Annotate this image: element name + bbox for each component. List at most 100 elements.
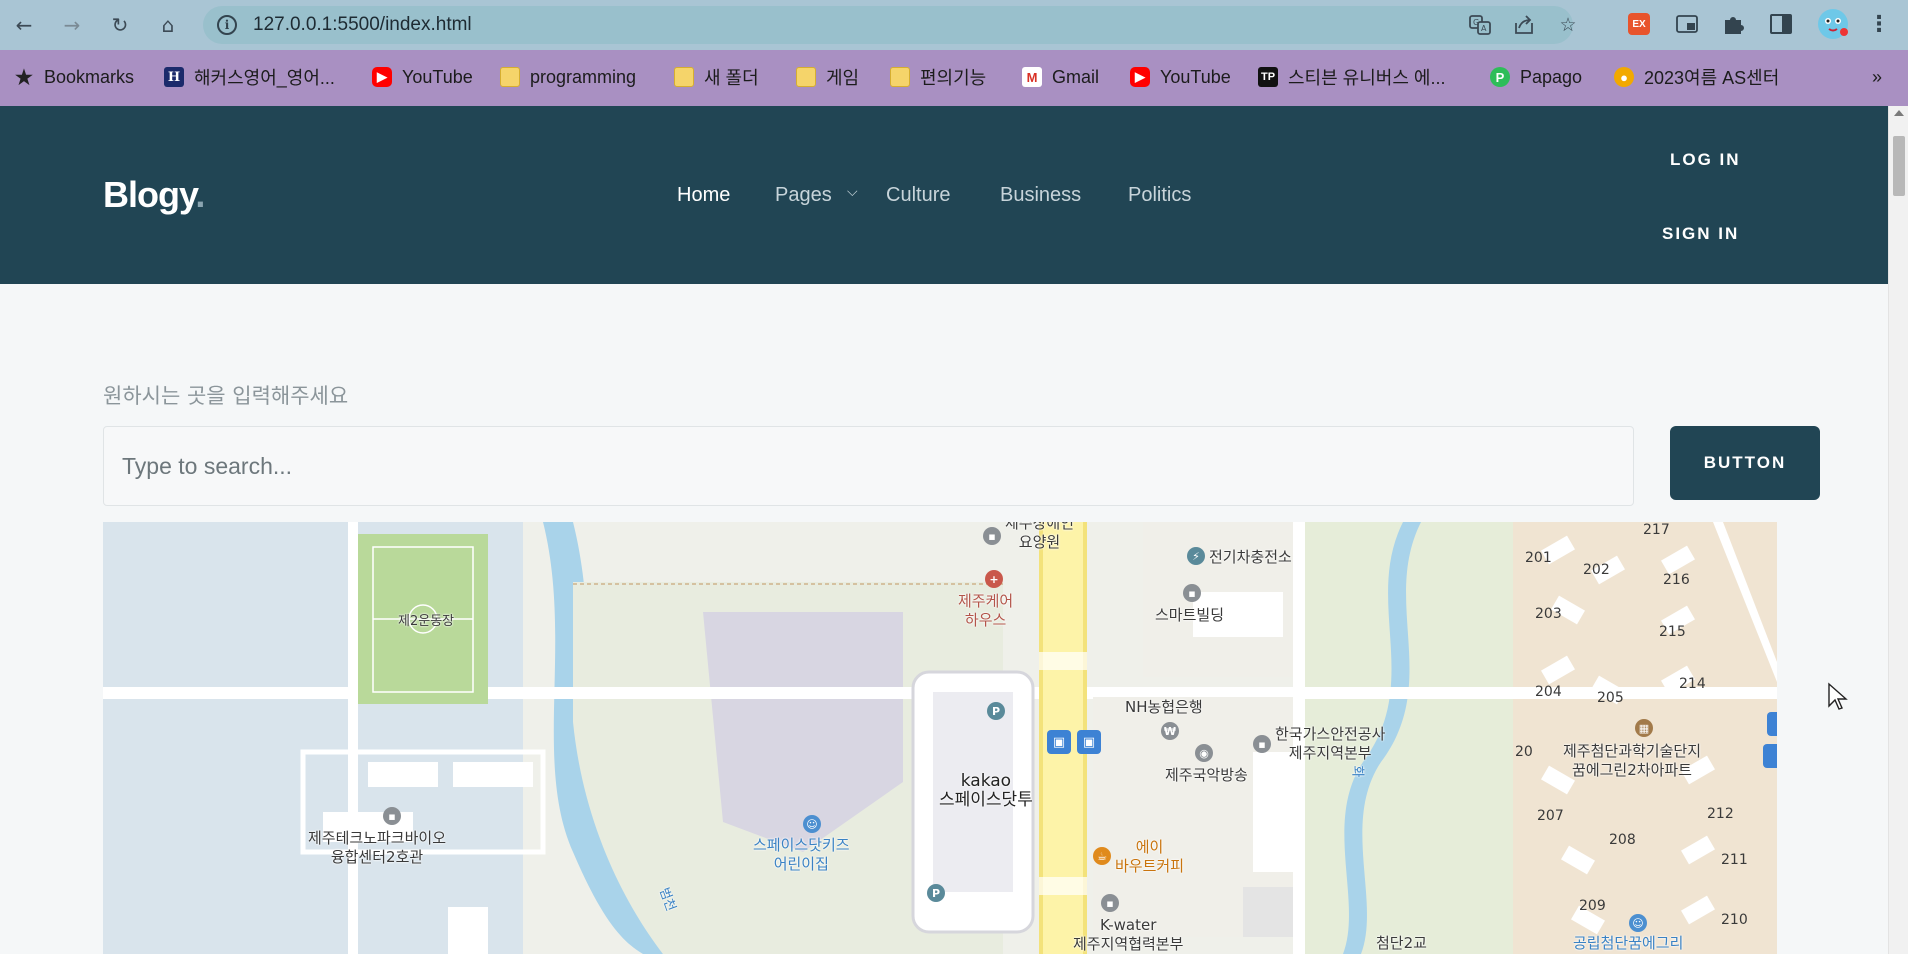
bookmark-item[interactable]: TP 스티븐 유니버스 에... bbox=[1258, 63, 1445, 91]
translate-icon[interactable]: GA bbox=[1467, 12, 1493, 38]
site-header: Blogy. Home Pages ⌵ Culture Business Pol… bbox=[0, 106, 1888, 284]
bookmark-folder[interactable]: 새 폴더 bbox=[674, 63, 759, 91]
media-icon[interactable] bbox=[1674, 11, 1700, 37]
gmail-icon: M bbox=[1022, 67, 1042, 87]
building-number: 203 bbox=[1535, 606, 1562, 622]
ex-extension-icon[interactable]: EX bbox=[1626, 11, 1652, 37]
kindergarten-poi-icon[interactable]: ☺ bbox=[803, 815, 821, 833]
page-scrollbar[interactable] bbox=[1888, 106, 1908, 954]
bookmark-item[interactable]: ▶ YouTube bbox=[372, 63, 473, 91]
building-number: 208 bbox=[1609, 832, 1636, 848]
forward-icon[interactable]: → bbox=[58, 11, 86, 39]
menu-dots-icon[interactable]: ⋮ bbox=[1866, 11, 1892, 37]
login-link[interactable]: LOG IN bbox=[1670, 150, 1741, 170]
ev-charger-icon[interactable]: ⚡ bbox=[1187, 547, 1205, 565]
map-label[interactable]: 제주국악방송 bbox=[1165, 766, 1248, 785]
bookmark-item[interactable]: ▶ YouTube bbox=[1130, 63, 1231, 91]
map-label[interactable]: K-water 제주지역협력본부 bbox=[1073, 916, 1183, 954]
map-label[interactable]: kakao 스페이스닷투 bbox=[939, 772, 1033, 810]
search-button[interactable]: BUTTON bbox=[1670, 426, 1820, 500]
bookmark-item[interactable]: M Gmail bbox=[1022, 63, 1099, 91]
nav-politics[interactable]: Politics bbox=[1128, 184, 1191, 207]
bookmarks-overflow-button[interactable]: » bbox=[1872, 63, 1882, 91]
bookmark-folder[interactable]: 편의기능 bbox=[890, 63, 986, 91]
address-url[interactable]: 127.0.0.1:5500/index.html bbox=[253, 14, 472, 36]
folder-icon bbox=[500, 67, 520, 87]
bookmark-star-icon[interactable]: ☆ bbox=[1555, 12, 1581, 38]
bank-poi-icon[interactable]: ₩ bbox=[1161, 722, 1179, 740]
bookmark-item[interactable]: H 해커스영어_영어... bbox=[164, 63, 335, 91]
search-input[interactable] bbox=[103, 426, 1634, 506]
bookmark-folder[interactable]: 게임 bbox=[796, 63, 859, 91]
bus-stop-icon[interactable]: ▣ bbox=[1047, 730, 1071, 754]
youtube-icon: ▶ bbox=[1130, 67, 1150, 87]
svg-text:A: A bbox=[1481, 24, 1487, 33]
building-number: 210 bbox=[1721, 912, 1748, 928]
map-label[interactable]: 제주첨단과학기술단지 꿈에그린2차아파트 bbox=[1563, 742, 1701, 780]
building-poi-icon[interactable]: ▪ bbox=[383, 807, 401, 825]
map-label[interactable]: 제주테크노파크바이오 융합센터2호관 bbox=[308, 829, 446, 867]
school-poi-icon[interactable]: ☺ bbox=[1629, 914, 1647, 932]
bus-stop-icon[interactable]: ▣ bbox=[1077, 730, 1101, 754]
site-info-icon[interactable]: i bbox=[217, 15, 237, 35]
antenna-poi-icon[interactable]: ◉ bbox=[1195, 744, 1213, 762]
map-label[interactable]: 스마트빌딩 bbox=[1155, 606, 1224, 625]
apartment-poi-icon[interactable]: ▦ bbox=[1635, 719, 1653, 737]
cafe-poi-icon[interactable]: ☕ bbox=[1093, 847, 1111, 865]
folder-icon bbox=[674, 67, 694, 87]
medal-icon: ● bbox=[1614, 67, 1634, 87]
building-number: 207 bbox=[1537, 808, 1564, 824]
parking-icon[interactable]: P bbox=[927, 884, 945, 902]
map-view[interactable]: 제2운동장 ▪ 제주테크노파크바이오 융합센터2호관 ▪ 제주장애인 요양원 +… bbox=[103, 522, 1777, 954]
building-poi-icon[interactable]: ▪ bbox=[1253, 735, 1271, 753]
bookmark-folder[interactable]: programming bbox=[500, 63, 636, 91]
home-icon[interactable]: ⌂ bbox=[154, 11, 182, 39]
nav-business[interactable]: Business bbox=[1000, 184, 1081, 207]
bus-stop-icon[interactable] bbox=[1763, 744, 1777, 768]
side-panel-icon[interactable] bbox=[1768, 11, 1794, 37]
building-poi-icon[interactable]: ▪ bbox=[1183, 584, 1201, 602]
hackers-icon: H bbox=[164, 67, 184, 87]
map-label[interactable]: 한국가스안전공사 제주지역본부 bbox=[1275, 725, 1385, 763]
map-label: 제2운동장 bbox=[398, 614, 455, 629]
building-poi-icon[interactable]: ▪ bbox=[983, 527, 1001, 545]
building-number: 209 bbox=[1579, 898, 1606, 914]
nav-pages[interactable]: Pages bbox=[775, 184, 832, 207]
parking-icon[interactable]: P bbox=[987, 702, 1005, 720]
building-poi-icon[interactable]: ▪ bbox=[1101, 894, 1119, 912]
reload-icon[interactable]: ↻ bbox=[106, 11, 134, 39]
building-number: 214 bbox=[1679, 676, 1706, 692]
building-number: 202 bbox=[1583, 562, 1610, 578]
map-label[interactable]: 스페이스닷키즈 어린이집 bbox=[753, 836, 850, 874]
site-logo[interactable]: Blogy. bbox=[103, 174, 205, 216]
map-label[interactable]: 제주장애인 요양원 bbox=[1005, 522, 1074, 552]
mouse-cursor-icon bbox=[1828, 682, 1848, 710]
map-label[interactable]: 에이 바우트커피 bbox=[1115, 838, 1184, 876]
map-label[interactable]: 공립첨단꿈에그리 bbox=[1573, 934, 1683, 953]
signin-link[interactable]: SIGN IN bbox=[1662, 224, 1739, 244]
nav-culture[interactable]: Culture bbox=[886, 184, 950, 207]
bookmark-item[interactable]: P Papago bbox=[1490, 63, 1582, 91]
address-bar[interactable]: i 127.0.0.1:5500/index.html GA ☆ bbox=[203, 6, 1577, 44]
folder-icon bbox=[890, 67, 910, 87]
extensions-puzzle-icon[interactable] bbox=[1720, 11, 1746, 37]
back-icon[interactable]: ← bbox=[10, 11, 38, 39]
map-label[interactable]: 제주케어 하우스 bbox=[958, 592, 1013, 630]
building-number: 205 bbox=[1597, 690, 1624, 706]
scroll-thumb[interactable] bbox=[1893, 136, 1905, 196]
share-icon[interactable] bbox=[1511, 12, 1537, 38]
star-icon: ★ bbox=[15, 66, 33, 89]
map-label[interactable]: NH농협은행 bbox=[1125, 698, 1203, 717]
building-number: 212 bbox=[1707, 806, 1734, 822]
bus-stop-icon[interactable] bbox=[1767, 712, 1777, 736]
chevron-down-icon[interactable]: ⌵ bbox=[847, 184, 858, 200]
bookmark-item[interactable]: ● 2023여름 AS센터 bbox=[1614, 63, 1779, 91]
nav-home[interactable]: Home bbox=[677, 184, 730, 207]
bookmark-item[interactable]: ★ Bookmarks bbox=[14, 63, 134, 91]
profile-avatar-icon[interactable] bbox=[1816, 7, 1850, 41]
map-label[interactable]: 전기차충전소 bbox=[1209, 548, 1292, 567]
hospital-poi-icon[interactable]: + bbox=[985, 570, 1003, 588]
map-label[interactable]: 첨단2교 bbox=[1376, 934, 1427, 953]
youtube-icon: ▶ bbox=[372, 67, 392, 87]
scroll-up-icon[interactable] bbox=[1894, 110, 1904, 116]
